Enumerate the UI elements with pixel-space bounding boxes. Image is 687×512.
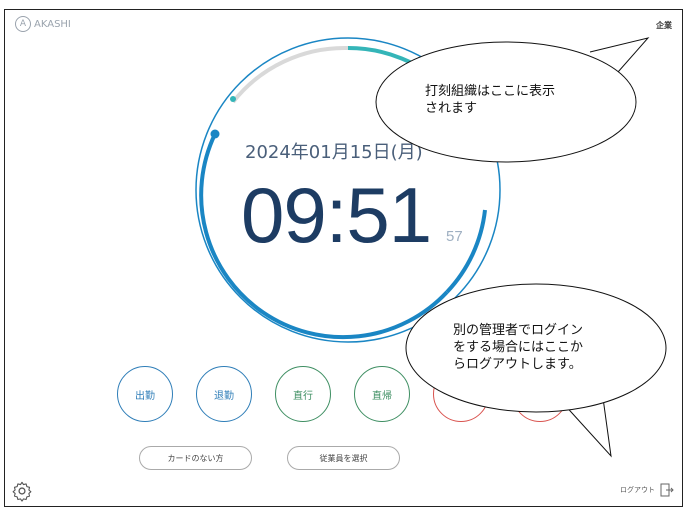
callout-org-text: 打刻組織はここに表示 されます [425,83,555,117]
callout-logout-line: らログアウトします。 [453,357,582,372]
callout-logout-text: 別の管理者でログイン をする場合にはここか らログアウトします。 [453,322,583,373]
dial-progress-arc-end [445,209,487,294]
app-frame: A AKASHI 企業 2024年01月15日(月) 09:51 57 出勤 退… [4,9,683,507]
second-hand-arc [347,45,449,90]
current-time: 09:51 [241,171,432,259]
clock-in-button[interactable]: 出勤 [117,366,173,422]
callout-org-line: されます [425,101,478,116]
direct-go-button[interactable]: 直行 [275,366,331,422]
break-end-button[interactable] [512,366,568,422]
callout-org-line: 打刻組織はここに表示 [425,84,556,99]
callout-logout-line: をする場合にはここか [453,340,584,355]
settings-button[interactable] [11,480,33,506]
no-card-button[interactable]: カードのない方 [139,446,252,470]
logout-label: ログアウト [620,486,655,494]
direct-return-button[interactable]: 直帰 [354,366,410,422]
hour-marker [210,129,220,139]
gear-icon [12,481,32,502]
callout-logout-line: 別の管理者でログイン [453,323,584,338]
current-date: 2024年01月15日(月) [245,142,423,163]
logout-button[interactable]: ログアウト [620,483,674,497]
break-start-button[interactable]: 休 [433,366,489,422]
logout-icon [660,483,674,497]
minute-marker [230,96,236,102]
clock-out-button[interactable]: 退勤 [196,366,252,422]
dial-track-upper [231,45,349,104]
current-seconds: 57 [446,228,463,245]
select-employee-button[interactable]: 従業員を選択 [287,446,400,470]
